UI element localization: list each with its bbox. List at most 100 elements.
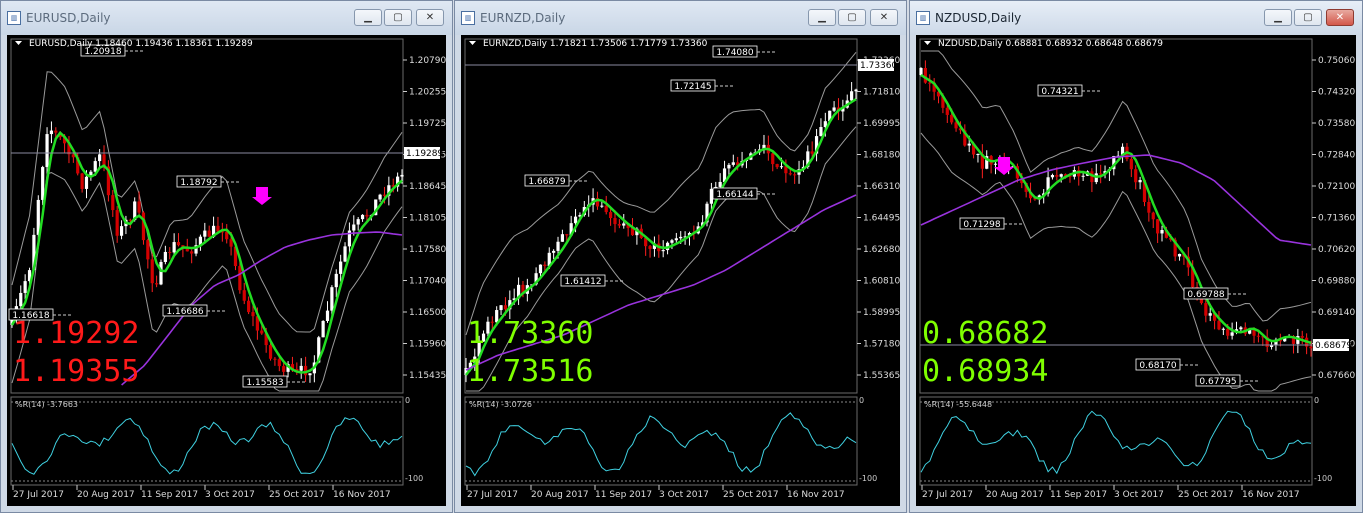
ask-price: 0.68934 bbox=[922, 354, 1048, 389]
upper-band bbox=[11, 71, 403, 333]
close-button[interactable]: ✕ bbox=[870, 9, 898, 26]
candle bbox=[648, 244, 652, 258]
price-tick: 1.55365 bbox=[863, 371, 900, 381]
bid-price: 0.68682 bbox=[922, 316, 1048, 351]
indicator-label: %R(14) -55.6448 bbox=[924, 400, 992, 409]
price-scale: 0.75060 0.74320 0.73580 0.72840 0.72100 0.713… bbox=[1312, 56, 1355, 381]
date-tick: 3 Oct 2017 bbox=[1114, 490, 1164, 500]
svg-text:1.61412: 1.61412 bbox=[564, 277, 601, 287]
candle bbox=[1077, 166, 1081, 186]
time-scale: 27 Jul 2017 20 Aug 2017 11 Sep 2017 3 Oct 2… bbox=[12, 485, 391, 500]
price-tick: 1.69995 bbox=[863, 119, 900, 129]
indicator-scale-top: 0 bbox=[1314, 396, 1319, 405]
close-button[interactable]: ✕ bbox=[1326, 9, 1354, 26]
candle bbox=[49, 121, 54, 144]
candle bbox=[775, 163, 779, 170]
fast-ma-path bbox=[920, 73, 1312, 345]
candle bbox=[137, 191, 141, 215]
chart-window-nzdusd[interactable]: ▥ NZDUSD,Daily ▁ ▢ ✕ 0.74321 0.71298 0.697… bbox=[909, 0, 1363, 513]
chart-area[interactable]: 1.20918 1.18792 1.16618 1.16686 1.15583 EURU… bbox=[7, 35, 446, 506]
lower-band bbox=[920, 132, 1312, 392]
candle bbox=[242, 282, 246, 305]
maximize-icon: ▢ bbox=[1303, 12, 1313, 23]
chart-menu-triangle-icon[interactable] bbox=[924, 41, 931, 45]
candle bbox=[1090, 168, 1094, 193]
candle bbox=[1094, 163, 1098, 185]
chart-area[interactable]: 0.74321 0.71298 0.69788 0.68170 0.67795 NZDU… bbox=[916, 35, 1356, 506]
price-candles bbox=[919, 60, 1313, 357]
signal-down-arrow-icon bbox=[252, 187, 272, 205]
candle bbox=[325, 301, 330, 323]
moving-average-fast bbox=[920, 73, 1312, 345]
candle bbox=[150, 250, 154, 293]
candle bbox=[1177, 253, 1182, 261]
minimize-button[interactable]: ▁ bbox=[808, 9, 836, 26]
minimize-button[interactable]: ▁ bbox=[1264, 9, 1292, 26]
svg-text:0.69788: 0.69788 bbox=[1187, 290, 1224, 300]
candle bbox=[207, 225, 211, 238]
swing-label: 0.68170 bbox=[1135, 358, 1198, 371]
candle bbox=[644, 237, 648, 256]
candle bbox=[80, 172, 84, 193]
window-titlebar[interactable]: ▥ NZDUSD,Daily ▁ ▢ ✕ bbox=[910, 1, 1362, 35]
candle bbox=[303, 356, 308, 383]
date-tick: 3 Oct 2017 bbox=[205, 490, 255, 500]
price-tick: 1.15435 bbox=[409, 371, 446, 381]
candle bbox=[185, 238, 189, 252]
candle bbox=[560, 229, 565, 242]
chart-area[interactable]: 1.74080 1.72145 1.66879 1.66144 1.61412 EURN… bbox=[461, 35, 900, 506]
candle bbox=[617, 219, 621, 229]
chart-window-icon: ▥ bbox=[916, 11, 930, 25]
chart-window-eurnzd[interactable]: ▥ EURNZD,Daily ▁ ▢ ✕ 1.74080 1.72145 1.668… bbox=[454, 0, 907, 513]
maximize-button[interactable]: ▢ bbox=[1294, 9, 1322, 26]
minimize-icon: ▁ bbox=[818, 12, 826, 23]
indicator-label: %R(14) -3.0726 bbox=[469, 400, 532, 409]
price-tick: 1.17580 bbox=[409, 245, 446, 255]
williams-r-line bbox=[465, 401, 857, 482]
svg-text:1.73360: 1.73360 bbox=[860, 61, 897, 71]
close-button[interactable]: ✕ bbox=[416, 9, 444, 26]
lower-band bbox=[466, 126, 857, 392]
candle bbox=[980, 144, 984, 179]
swing-label: 0.74321 bbox=[1037, 84, 1100, 97]
candle bbox=[273, 357, 277, 366]
candle bbox=[1160, 225, 1164, 242]
williams-r-line bbox=[920, 401, 1312, 482]
minimize-button[interactable]: ▁ bbox=[354, 9, 382, 26]
maximize-button[interactable]: ▢ bbox=[838, 9, 866, 26]
swing-label: 1.15583 bbox=[242, 375, 305, 388]
chart-canvas[interactable]: 0.74321 0.71298 0.69788 0.68170 0.67795 NZDU… bbox=[916, 35, 1358, 507]
window-title: EURUSD,Daily bbox=[26, 11, 111, 25]
svg-text:1.19289: 1.19289 bbox=[406, 149, 443, 159]
current-price-marker: 0.68679 bbox=[1313, 339, 1352, 351]
chart-menu-triangle-icon[interactable] bbox=[469, 41, 476, 45]
candle bbox=[832, 101, 836, 113]
indicator-scale-bottom: -100 bbox=[1314, 474, 1332, 483]
candle bbox=[687, 231, 692, 246]
svg-text:1.66144: 1.66144 bbox=[716, 190, 753, 200]
swing-label: 1.72145 bbox=[670, 79, 733, 92]
svg-text:0.68170: 0.68170 bbox=[1139, 361, 1176, 371]
candle bbox=[1081, 173, 1085, 182]
time-scale: 27 Jul 2017 20 Aug 2017 11 Sep 2017 3 Oct 2… bbox=[921, 485, 1300, 500]
price-tick: 1.16500 bbox=[409, 308, 446, 318]
maximize-button[interactable]: ▢ bbox=[384, 9, 412, 26]
svg-text:1.15583: 1.15583 bbox=[246, 378, 283, 388]
swing-label: 1.61412 bbox=[560, 274, 623, 287]
chart-window-eurusd[interactable]: ▥ EURUSD,Daily ▁ ▢ ✕ 1.20918 1.18792 1.166… bbox=[0, 0, 453, 513]
price-tick: 1.64495 bbox=[863, 214, 900, 224]
chart-header: NZDUSD,Daily 0.68881 0.68932 0.68648 0.6… bbox=[938, 39, 1163, 49]
candle bbox=[155, 275, 159, 288]
window-titlebar[interactable]: ▥ EURNZD,Daily ▁ ▢ ✕ bbox=[455, 1, 906, 35]
date-tick: 20 Aug 2017 bbox=[77, 490, 135, 500]
price-tick: 0.69140 bbox=[1318, 308, 1355, 318]
chart-window-icon: ▥ bbox=[7, 11, 21, 25]
chart-canvas[interactable]: 1.209181.187921.16618 1.166861.15583 EURU… bbox=[7, 35, 448, 507]
chart-canvas[interactable]: 1.74080 1.72145 1.66879 1.66144 1.61412 EURN… bbox=[461, 35, 902, 507]
chart-menu-triangle-icon[interactable] bbox=[15, 41, 22, 45]
candle bbox=[190, 249, 194, 264]
price-tick: 0.69880 bbox=[1318, 277, 1355, 287]
window-titlebar[interactable]: ▥ EURUSD,Daily ▁ ▢ ✕ bbox=[1, 1, 452, 35]
swing-label: 0.67795 bbox=[1195, 374, 1258, 387]
candle bbox=[198, 234, 203, 251]
